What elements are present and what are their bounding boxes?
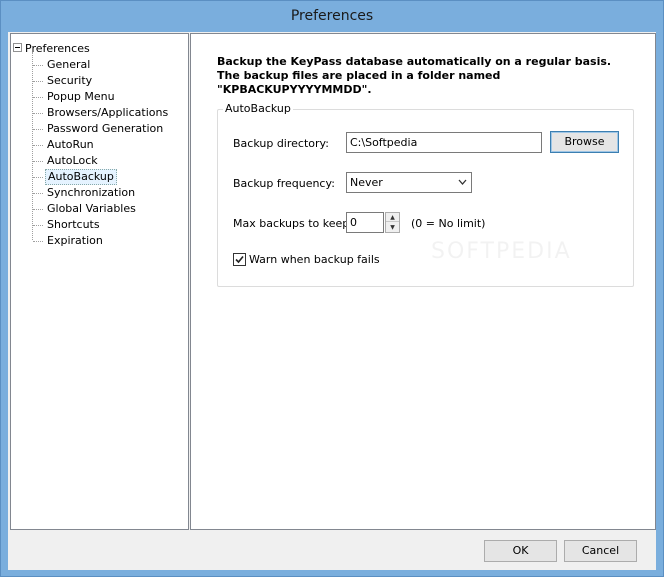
backup-directory-label: Backup directory: [233,137,329,150]
tree-item-label: Popup Menu [47,90,115,103]
preferences-window: Preferences Preferences General Security P… [0,0,664,577]
spin-down-icon[interactable]: ▼ [386,223,399,232]
max-backups-label: Max backups to keep: [233,217,353,230]
preferences-tree[interactable]: Preferences General Security Popup Menu Bro… [10,33,189,530]
group-title: AutoBackup [223,102,293,116]
panel-description: Backup the KeyPass database automaticall… [217,55,612,96]
tree-item-label: Synchronization [47,186,136,199]
check-icon [235,255,244,264]
backup-frequency-select[interactable]: Never [346,172,472,193]
ok-button[interactable]: OK [484,540,557,562]
autobackup-panel: Backup the KeyPass database automaticall… [190,33,656,530]
cancel-button[interactable]: Cancel [564,540,637,562]
tree-item-label: Expiration [47,234,103,247]
minus-expander-icon[interactable] [13,43,22,52]
max-backups-hint: (0 = No limit) [411,217,486,230]
tree-item-label: General [47,58,91,71]
window-title: Preferences [1,1,663,32]
tree-item-label: Browsers/Applications [47,106,169,119]
max-backups-input[interactable]: 0 [346,212,384,233]
backup-frequency-label: Backup frequency: [233,177,335,190]
warn-checkbox[interactable] [233,253,246,266]
max-backups-spinner[interactable]: ▲ ▼ [385,212,400,233]
backup-directory-input[interactable]: C:\Softpedia [346,132,542,153]
tree-root-preferences[interactable]: Preferences [25,41,90,57]
chevron-down-icon [458,173,467,199]
tree-item-label: Security [47,74,93,87]
backup-frequency-value: Never [350,176,383,189]
tree-item-label: AutoLock [47,154,98,167]
tree-item-label: AutoBackup [45,169,117,185]
tree-item-label: Global Variables [47,202,136,215]
tree-item-label: Shortcuts [47,218,100,231]
warn-label[interactable]: Warn when backup fails [249,253,380,267]
spin-up-icon[interactable]: ▲ [386,213,399,222]
dialog-client: Preferences General Security Popup Menu Bro… [8,32,656,570]
browse-button[interactable]: Browse [550,131,619,153]
watermark: SOFTPEDIA [431,239,572,264]
tree-item-label: AutoRun [47,138,94,151]
tree-item-label: Password Generation [47,122,164,135]
